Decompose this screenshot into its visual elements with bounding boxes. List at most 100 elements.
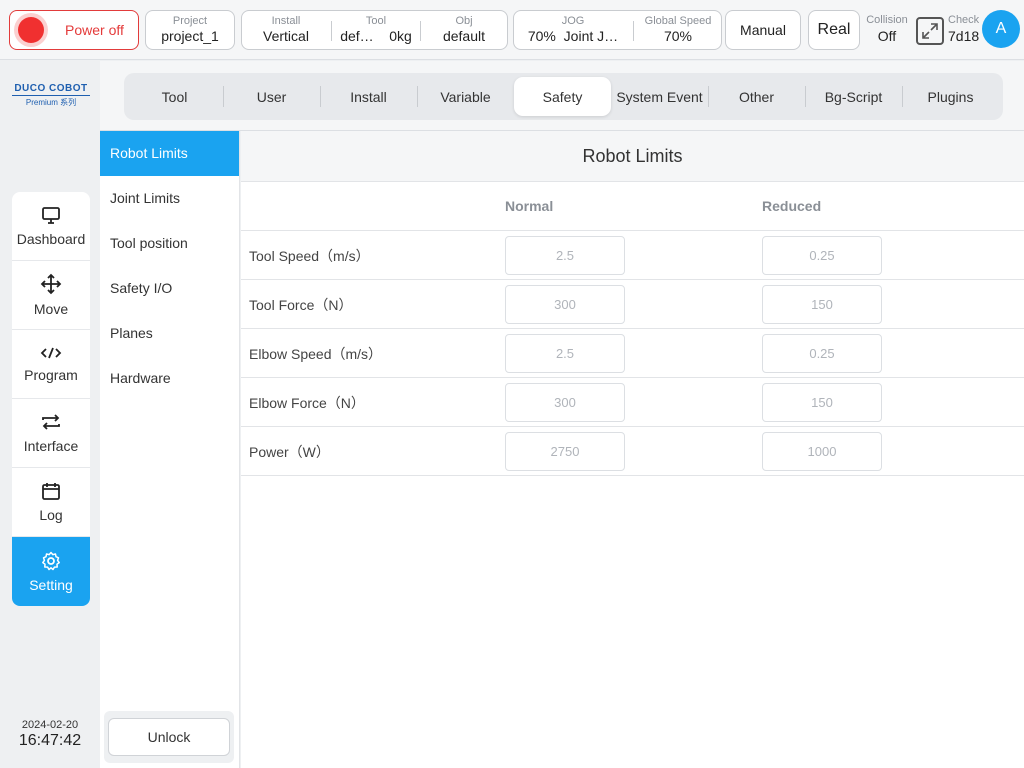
project-selector[interactable]: Project project_1 (145, 10, 235, 50)
row-label-tool-force: Tool Force（N） (249, 297, 353, 313)
tab-tool[interactable]: Tool (126, 77, 223, 116)
power-reduced-input[interactable]: 1000 (762, 432, 882, 471)
install-tool-obj-panel[interactable]: Install Vertical Tool def… 0kg Obj defau… (241, 10, 508, 50)
nav-label-setting: Setting (29, 576, 73, 593)
main-nav: Dashboard Move Program Interface Log Set… (12, 192, 90, 606)
obj-label: Obj (455, 15, 473, 27)
monitor-icon (42, 207, 60, 224)
settings-tabbar: Tool User Install Variable Safety System… (100, 61, 1024, 131)
code-icon (40, 347, 62, 359)
nav-label-move: Move (33, 301, 69, 317)
page-title: Robot Limits (241, 131, 1024, 182)
tool-force-normal-input[interactable]: 300 (505, 285, 625, 324)
brand-name: DUCO COBOT (12, 83, 90, 96)
tab-install[interactable]: Install (320, 77, 417, 116)
jog-label: JOG (561, 15, 585, 27)
subnav-item-joint-limits[interactable]: Joint Limits (100, 176, 239, 221)
tab-user[interactable]: User (223, 77, 320, 116)
move-icon (40, 273, 62, 295)
safety-subnav: Robot Limits Joint Limits Tool position … (100, 131, 240, 768)
tab-plugins[interactable]: Plugins (902, 77, 999, 116)
global-speed-value: 70% (663, 28, 693, 44)
column-header-reduced: Reduced (762, 198, 822, 214)
real-mode-button[interactable]: Real (808, 10, 860, 50)
check-label: Check (948, 14, 980, 26)
nav-item-log[interactable]: Log (12, 468, 90, 537)
jog-percent: 70% (527, 28, 556, 44)
install-label: Install (271, 15, 301, 27)
tab-bg-script[interactable]: Bg-Script (805, 77, 902, 116)
subnav-item-hardware[interactable]: Hardware (100, 356, 239, 401)
nav-label-program: Program (24, 367, 78, 383)
power-off-button[interactable]: Power off (9, 10, 139, 50)
tool-speed-reduced-input[interactable]: 0.25 (762, 236, 882, 275)
elbow-force-normal-input[interactable]: 300 (505, 383, 625, 422)
install-value: Vertical (263, 28, 309, 44)
nav-label-interface: Interface (23, 438, 79, 454)
expand-icon[interactable] (916, 17, 944, 45)
nav-item-move[interactable]: Move (12, 261, 90, 330)
obj-value: default (442, 28, 486, 44)
brand-logo: DUCO COBOT Premium 系列 (12, 83, 90, 108)
tool-force-reduced-input[interactable]: 150 (762, 285, 882, 324)
swap-icon (42, 414, 60, 430)
table-row: Elbow Force（N） 300 150 (241, 378, 1024, 427)
elbow-force-reduced-input[interactable]: 150 (762, 383, 882, 422)
user-avatar[interactable]: A (982, 10, 1020, 48)
tool-weight: 0kg (389, 28, 412, 44)
calendar-icon (42, 483, 60, 500)
limits-table-header: Normal Reduced (241, 182, 1024, 231)
global-speed-label: Global Speed (644, 15, 712, 27)
tool-name: def… (340, 28, 374, 44)
collision-value: Off (877, 28, 897, 44)
unlock-button[interactable]: Unlock (108, 718, 230, 756)
subnav-item-planes[interactable]: Planes (100, 311, 239, 356)
subnav-item-tool-position[interactable]: Tool position (100, 221, 239, 266)
collision-label: Collision (866, 14, 908, 26)
jog-mode: Joint J… (563, 28, 619, 44)
table-row: Tool Force（N） 300 150 (241, 280, 1024, 329)
row-label-tool-speed: Tool Speed（m/s） (249, 248, 370, 264)
brand-series: Premium 系列 (25, 98, 77, 107)
project-label: Project (172, 15, 208, 27)
row-label-power: Power（W） (249, 444, 330, 460)
column-header-normal: Normal (505, 198, 554, 214)
collision-status: Collision Off (862, 14, 912, 44)
power-normal-input[interactable]: 2750 (505, 432, 625, 471)
unlock-container: Unlock (104, 711, 234, 763)
tab-variable[interactable]: Variable (417, 77, 514, 116)
tab-system-event[interactable]: System Event (611, 77, 708, 116)
tool-speed-normal-input[interactable]: 2.5 (505, 236, 625, 275)
nav-item-dashboard[interactable]: Dashboard (12, 192, 90, 261)
nav-label-log: Log (39, 507, 63, 523)
tab-safety[interactable]: Safety (514, 77, 611, 116)
system-clock: 2024-02-20 16:47:42 (0, 719, 100, 750)
tool-label: Tool (365, 15, 387, 27)
clock-time: 16:47:42 (18, 732, 82, 749)
power-indicator-icon (18, 17, 44, 43)
nav-item-interface[interactable]: Interface (12, 399, 90, 468)
gear-icon (42, 551, 60, 570)
main-sidebar: DUCO COBOT Premium 系列 Dashboard Move Pro… (0, 61, 100, 768)
table-row: Power（W） 2750 1000 (241, 427, 1024, 476)
row-label-elbow-force: Elbow Force（N） (249, 395, 365, 411)
check-value: 7d18 (948, 28, 980, 44)
elbow-speed-reduced-input[interactable]: 0.25 (762, 334, 882, 373)
subnav-item-safety-io[interactable]: Safety I/O (100, 266, 239, 311)
tab-other[interactable]: Other (708, 77, 805, 116)
table-row: Tool Speed（m/s） 2.5 0.25 (241, 231, 1024, 280)
check-status: Check 7d18 (948, 14, 984, 44)
nav-label-dashboard: Dashboard (16, 231, 86, 247)
project-value: project_1 (161, 28, 219, 44)
manual-mode-button[interactable]: Manual (725, 10, 801, 50)
robot-limits-panel: Robot Limits Normal Reduced Tool Speed（m… (241, 131, 1024, 768)
top-status-bar: Power off Project project_1 Install Vert… (0, 0, 1024, 60)
nav-item-setting[interactable]: Setting (12, 537, 90, 606)
elbow-speed-normal-input[interactable]: 2.5 (505, 334, 625, 373)
jog-speed-panel[interactable]: JOG 70% Joint J… Global Speed 70% (513, 10, 722, 50)
nav-item-program[interactable]: Program (12, 330, 90, 399)
clock-date: 2024-02-20 (21, 719, 79, 731)
subnav-item-robot-limits[interactable]: Robot Limits (100, 131, 239, 176)
power-label: Power off (65, 22, 124, 38)
row-label-elbow-speed: Elbow Speed（m/s） (249, 346, 383, 362)
